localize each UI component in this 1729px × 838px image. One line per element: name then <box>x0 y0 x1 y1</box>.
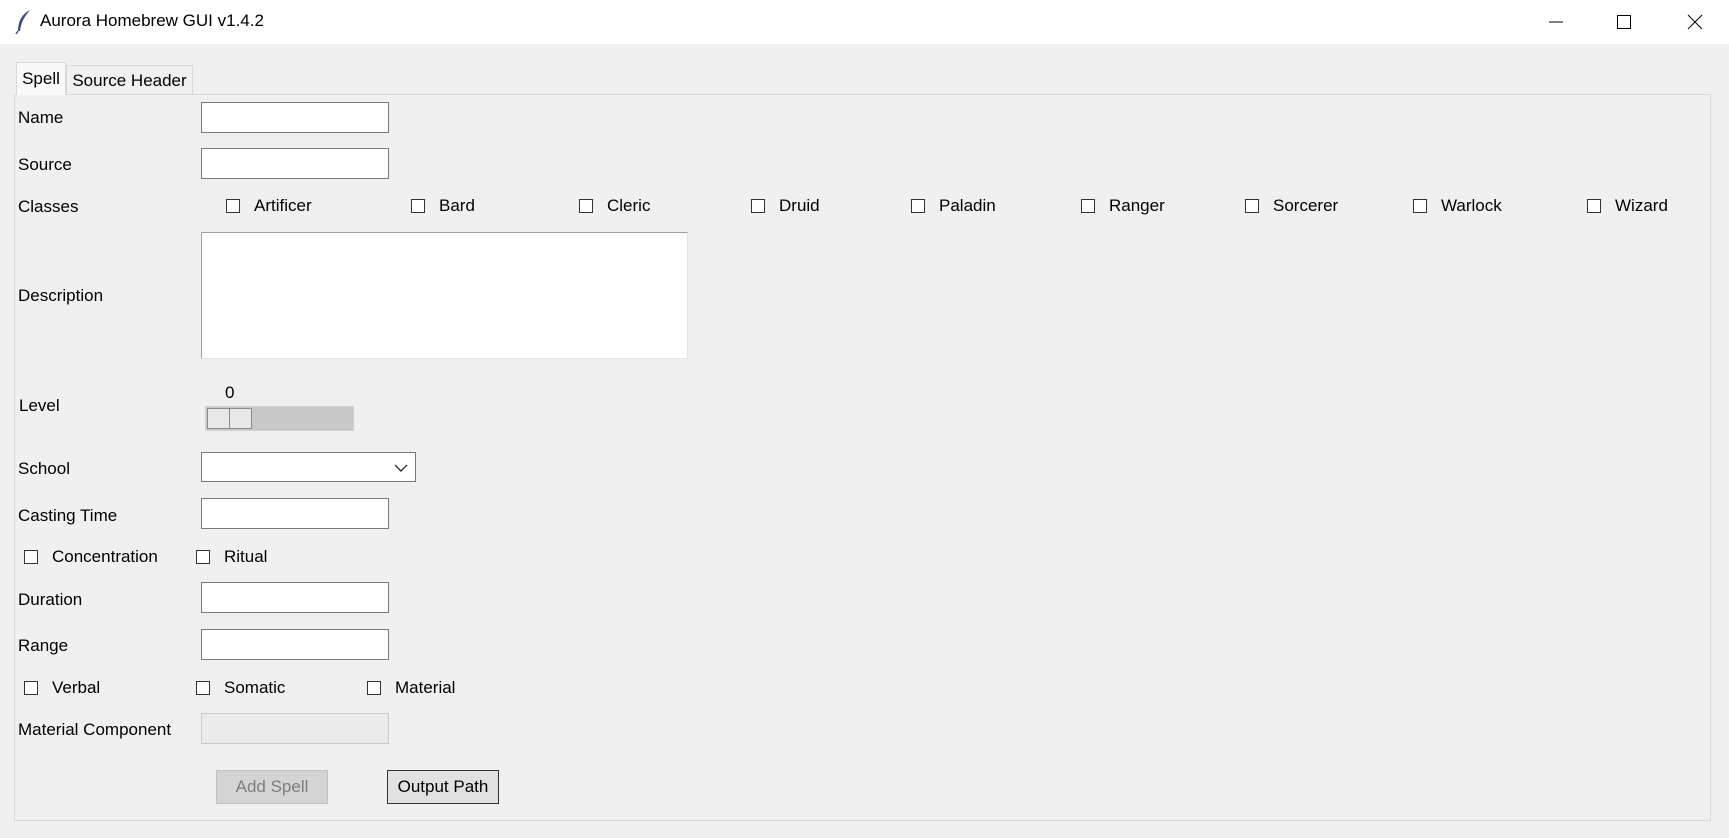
class-label: Ranger <box>1109 196 1165 215</box>
add-spell-button[interactable]: Add Spell <box>216 770 328 804</box>
somatic-label: Somatic <box>224 678 286 697</box>
duration-input[interactable] <box>201 582 389 613</box>
school-select[interactable] <box>201 452 416 482</box>
checkbox-box[interactable] <box>411 199 425 213</box>
class-label: Sorcerer <box>1273 196 1339 215</box>
output-path-button[interactable]: Output Path <box>387 770 499 804</box>
material-component-label: Material Component <box>18 720 172 739</box>
window-title: Aurora Homebrew GUI v1.4.2 <box>40 11 264 30</box>
minimize-button[interactable] <box>1522 0 1590 44</box>
source-input[interactable] <box>201 148 389 179</box>
material-checkbox[interactable]: Material <box>367 678 455 698</box>
class-label: Artificer <box>254 196 312 215</box>
checkbox-box[interactable] <box>1587 199 1601 213</box>
class-checkbox-artificer[interactable]: Artificer <box>226 196 312 216</box>
description-label: Description <box>18 286 104 305</box>
class-label: Warlock <box>1441 196 1502 215</box>
class-checkbox-cleric[interactable]: Cleric <box>579 196 650 216</box>
source-label: Source <box>18 155 72 174</box>
class-label: Cleric <box>607 196 651 215</box>
somatic-checkbox[interactable]: Somatic <box>196 678 285 698</box>
checkbox-box[interactable] <box>24 550 38 564</box>
class-label: Druid <box>779 196 820 215</box>
close-button[interactable] <box>1661 0 1729 44</box>
checkbox-box[interactable] <box>196 681 210 695</box>
verbal-label: Verbal <box>52 678 101 697</box>
checkbox-box[interactable] <box>1413 199 1427 213</box>
concentration-checkbox[interactable]: Concentration <box>24 547 158 567</box>
checkbox-box[interactable] <box>911 199 925 213</box>
maximize-button[interactable] <box>1590 0 1658 44</box>
feather-icon <box>14 9 34 35</box>
checkbox-box[interactable] <box>226 199 240 213</box>
checkbox-box[interactable] <box>1081 199 1095 213</box>
title-bar: Aurora Homebrew GUI v1.4.2 <box>0 0 1729 44</box>
concentration-label: Concentration <box>52 547 158 566</box>
material-label: Material <box>395 678 456 697</box>
verbal-checkbox[interactable]: Verbal <box>24 678 100 698</box>
level-label: Level <box>19 396 60 415</box>
casting-time-label: Casting Time <box>18 506 118 525</box>
checkbox-box[interactable] <box>24 681 38 695</box>
school-label: School <box>18 459 70 478</box>
ritual-label: Ritual <box>224 547 268 566</box>
class-label: Bard <box>439 196 475 215</box>
classes-label: Classes <box>18 197 79 216</box>
checkbox-box[interactable] <box>579 199 593 213</box>
class-checkbox-sorcerer[interactable]: Sorcerer <box>1245 196 1338 216</box>
range-label: Range <box>18 636 69 655</box>
chevron-down-icon[interactable] <box>393 460 409 476</box>
checkbox-box[interactable] <box>367 681 381 695</box>
class-checkbox-ranger[interactable]: Ranger <box>1081 196 1165 216</box>
checkbox-box[interactable] <box>751 199 765 213</box>
level-slider-handle[interactable] <box>207 408 252 429</box>
level-value: 0 <box>225 383 235 402</box>
name-label: Name <box>18 108 64 127</box>
class-label: Paladin <box>939 196 996 215</box>
range-input[interactable] <box>201 629 389 660</box>
description-textarea[interactable] <box>201 232 688 359</box>
checkbox-box[interactable] <box>196 550 210 564</box>
minimize-icon <box>1549 21 1563 23</box>
duration-label: Duration <box>18 590 83 609</box>
maximize-icon <box>1617 15 1631 29</box>
class-checkbox-druid[interactable]: Druid <box>751 196 820 216</box>
class-checkbox-warlock[interactable]: Warlock <box>1413 196 1502 216</box>
material-component-input[interactable] <box>201 713 389 744</box>
tab-spell[interactable]: Spell <box>16 62 66 95</box>
ritual-checkbox[interactable]: Ritual <box>196 547 267 567</box>
class-label: Wizard <box>1615 196 1668 215</box>
name-input[interactable] <box>201 102 389 133</box>
class-checkbox-paladin[interactable]: Paladin <box>911 196 996 216</box>
casting-time-input[interactable] <box>201 498 389 529</box>
checkbox-box[interactable] <box>1245 199 1259 213</box>
class-checkbox-wizard[interactable]: Wizard <box>1587 196 1668 216</box>
close-icon <box>1687 14 1703 30</box>
tab-source-header[interactable]: Source Header <box>66 65 193 95</box>
class-checkbox-bard[interactable]: Bard <box>411 196 475 216</box>
